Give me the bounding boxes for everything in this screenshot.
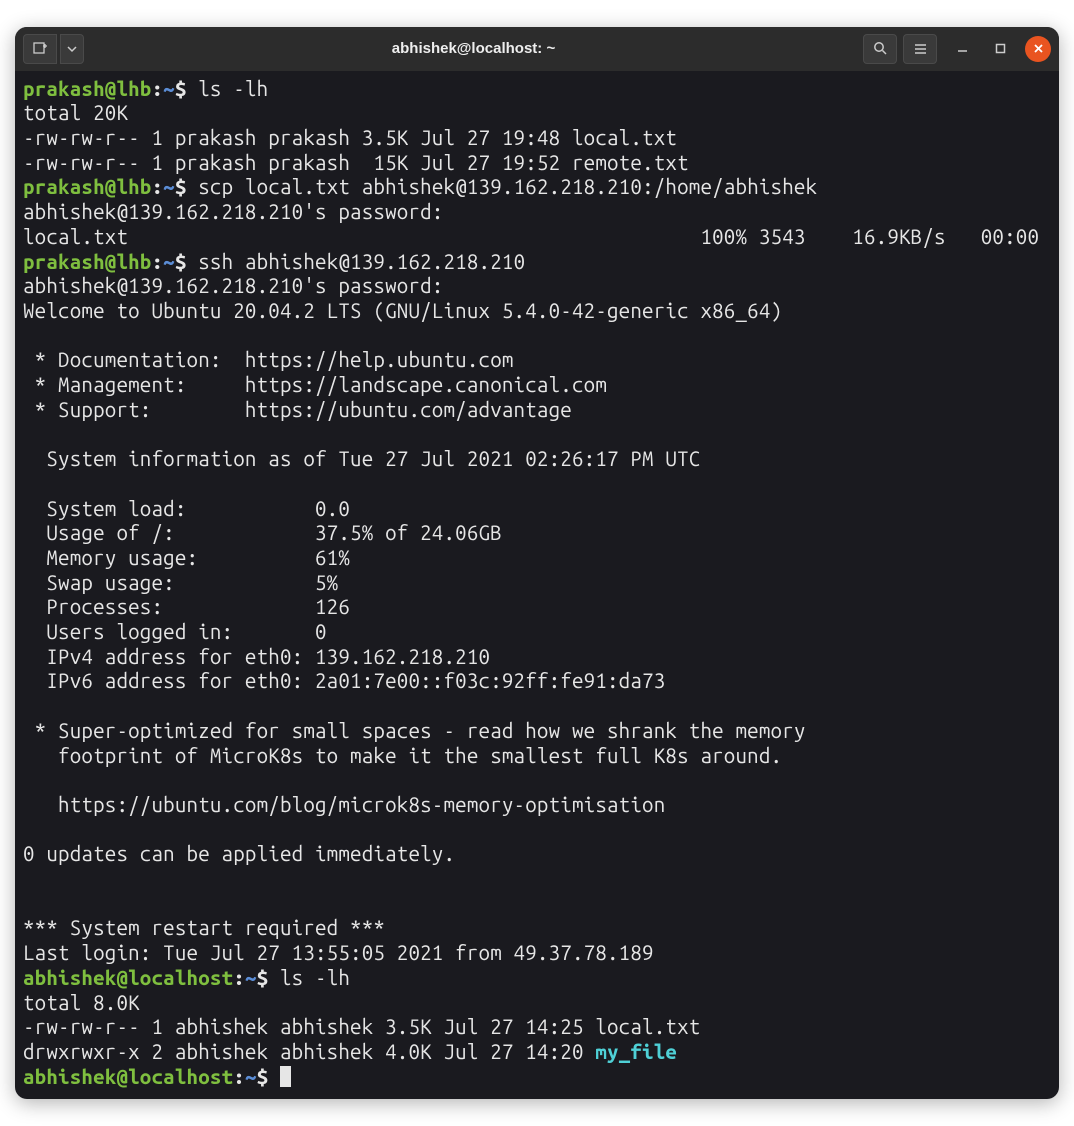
output-line: local.txt 100% 3543 16.9KB/s 00:00 bbox=[23, 225, 1039, 248]
output-line: footprint of MicroK8s to make it the sma… bbox=[23, 744, 782, 767]
output-line: https://ubuntu.com/blog/microk8s-memory-… bbox=[23, 793, 665, 816]
terminal-body[interactable]: prakash@lhb:~$ ls -lh total 20K -rw-rw-r… bbox=[15, 71, 1059, 1100]
search-button[interactable] bbox=[863, 34, 897, 64]
output-line: *** System restart required *** bbox=[23, 916, 385, 939]
prompt-path: ~ bbox=[245, 1065, 257, 1088]
prompt-path: ~ bbox=[163, 250, 175, 273]
output-line: * Documentation: https://help.ubuntu.com bbox=[23, 348, 514, 371]
output-line: Users logged in: 0 bbox=[23, 620, 327, 643]
window-title: abhishek@localhost: ~ bbox=[90, 40, 857, 57]
minimize-button[interactable] bbox=[949, 36, 975, 62]
output-line: * Management: https://landscape.canonica… bbox=[23, 373, 607, 396]
tab-dropdown-button[interactable] bbox=[60, 34, 84, 64]
menu-button[interactable] bbox=[903, 34, 937, 64]
prompt-path: ~ bbox=[245, 966, 257, 989]
titlebar-left bbox=[23, 34, 84, 64]
minimize-icon bbox=[957, 43, 968, 54]
prompt-path: ~ bbox=[163, 77, 175, 100]
close-button[interactable] bbox=[1025, 36, 1051, 62]
titlebar-right bbox=[863, 34, 1051, 64]
output-line: Usage of /: 37.5% of 24.06GB bbox=[23, 521, 502, 544]
output-line: 0 updates can be applied immediately. bbox=[23, 842, 455, 865]
output-line: -rw-rw-r-- 1 prakash prakash 3.5K Jul 27… bbox=[23, 126, 677, 149]
output-line: drwxrwxr-x 2 abhishek abhishek 4.0K Jul … bbox=[23, 1040, 595, 1063]
cmd: ls -lh bbox=[198, 77, 268, 100]
output-line: Memory usage: 61% bbox=[23, 546, 350, 569]
titlebar: abhishek@localhost: ~ bbox=[15, 27, 1059, 71]
prompt-user: prakash@lhb bbox=[23, 77, 151, 100]
output-line: Welcome to Ubuntu 20.04.2 LTS (GNU/Linux… bbox=[23, 299, 782, 322]
cmd: ssh abhishek@139.162.218.210 bbox=[198, 250, 525, 273]
directory-name: my_file bbox=[595, 1040, 677, 1063]
prompt-path: ~ bbox=[163, 175, 175, 198]
output-line: Swap usage: 5% bbox=[23, 571, 338, 594]
new-tab-icon bbox=[32, 41, 48, 57]
output-line: Processes: 126 bbox=[23, 595, 350, 618]
output-line: total 8.0K bbox=[23, 991, 140, 1014]
prompt-user: abhishek@localhost bbox=[23, 966, 233, 989]
output-line: System information as of Tue 27 Jul 2021… bbox=[23, 447, 700, 470]
prompt-user: prakash@lhb bbox=[23, 175, 151, 198]
output-line: total 20K bbox=[23, 101, 128, 124]
cmd: scp local.txt abhishek@139.162.218.210:/… bbox=[198, 175, 817, 198]
new-tab-button[interactable] bbox=[23, 34, 57, 64]
close-icon bbox=[1033, 43, 1044, 54]
output-line: Last login: Tue Jul 27 13:55:05 2021 fro… bbox=[23, 941, 654, 964]
maximize-button[interactable] bbox=[987, 36, 1013, 62]
terminal-window: abhishek@localhost: ~ prakash@lhb:~$ ls … bbox=[15, 27, 1059, 1100]
output-line: -rw-rw-r-- 1 prakash prakash 15K Jul 27 … bbox=[23, 151, 689, 174]
output-line: * Support: https://ubuntu.com/advantage bbox=[23, 398, 572, 421]
output-line: IPv4 address for eth0: 139.162.218.210 bbox=[23, 645, 490, 668]
hamburger-icon bbox=[913, 41, 928, 56]
output-line: IPv6 address for eth0: 2a01:7e00::f03c:9… bbox=[23, 669, 665, 692]
chevron-down-icon bbox=[67, 44, 77, 54]
prompt-user: abhishek@localhost bbox=[23, 1065, 233, 1088]
cmd: ls -lh bbox=[280, 966, 350, 989]
output-line: System load: 0.0 bbox=[23, 497, 350, 520]
prompt-user: prakash@lhb bbox=[23, 250, 151, 273]
search-icon bbox=[873, 41, 888, 56]
cursor bbox=[280, 1066, 291, 1087]
output-line: abhishek@139.162.218.210's password: bbox=[23, 274, 443, 297]
maximize-icon bbox=[995, 43, 1006, 54]
output-line: -rw-rw-r-- 1 abhishek abhishek 3.5K Jul … bbox=[23, 1015, 700, 1038]
output-line: abhishek@139.162.218.210's password: bbox=[23, 200, 443, 223]
output-line: * Super-optimized for small spaces - rea… bbox=[23, 719, 806, 742]
